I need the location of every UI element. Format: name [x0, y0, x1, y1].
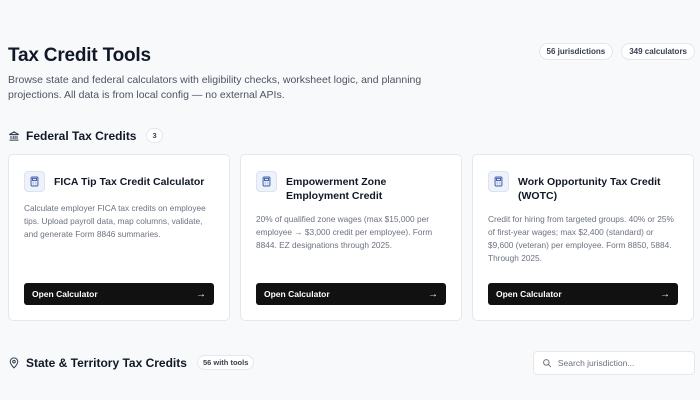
calculator-icon — [24, 171, 45, 192]
state-section-header: State & Territory Tax Credits 56 with to… — [8, 355, 255, 370]
calculators-badge: 349 calculators — [621, 43, 695, 60]
card-description: 20% of qualified zone wages (max $15,000… — [256, 214, 433, 250]
arrow-right-icon: → — [196, 288, 206, 300]
jurisdictions-badge: 56 jurisdictions — [538, 43, 614, 60]
search-input[interactable] — [557, 358, 686, 368]
button-label: Open Calculator — [32, 289, 98, 299]
card-description: Calculate employer FICA tax credits on e… — [24, 203, 206, 239]
calculator-icon — [488, 171, 509, 192]
calculator-card-wotc: Work Opportunity Tax Credit (WOTC) Credi… — [472, 154, 694, 321]
arrow-right-icon: → — [428, 288, 438, 300]
button-label: Open Calculator — [496, 289, 562, 299]
bank-icon — [8, 130, 20, 141]
federal-cards: FICA Tip Tax Credit Calculator Calculate… — [8, 154, 694, 321]
state-count-badge: 56 with tools — [196, 355, 255, 370]
page-title: Tax Credit Tools — [8, 45, 151, 66]
jurisdiction-search[interactable] — [533, 351, 695, 375]
open-calculator-button[interactable]: Open Calculator → — [256, 283, 446, 305]
header-badges: 56 jurisdictions 349 calculators — [538, 43, 695, 60]
calculator-icon — [256, 171, 277, 192]
card-title: Empowerment Zone Employment Credit — [286, 176, 387, 202]
state-section-title: State & Territory Tax Credits — [26, 355, 187, 370]
federal-section-header: Federal Tax Credits 3 — [8, 128, 163, 143]
card-title: Work Opportunity Tax Credit (WOTC) — [518, 176, 661, 202]
federal-count-badge: 3 — [146, 128, 163, 143]
button-label: Open Calculator — [264, 289, 330, 299]
page-subtitle: Browse state and federal calculators wit… — [8, 74, 422, 101]
card-description: Credit for hiring from targeted groups. … — [488, 214, 674, 263]
federal-section-title: Federal Tax Credits — [26, 128, 137, 143]
card-title: FICA Tip Tax Credit Calculator — [54, 176, 205, 188]
search-icon — [543, 359, 552, 368]
map-pin-icon — [9, 356, 19, 368]
open-calculator-button[interactable]: Open Calculator → — [24, 283, 214, 305]
open-calculator-button[interactable]: Open Calculator → — [488, 283, 678, 305]
calculator-card-fica-tip: FICA Tip Tax Credit Calculator Calculate… — [8, 154, 230, 321]
arrow-right-icon: → — [660, 288, 670, 300]
calculator-card-empowerment-zone: Empowerment Zone Employment Credit 20% o… — [240, 154, 462, 321]
